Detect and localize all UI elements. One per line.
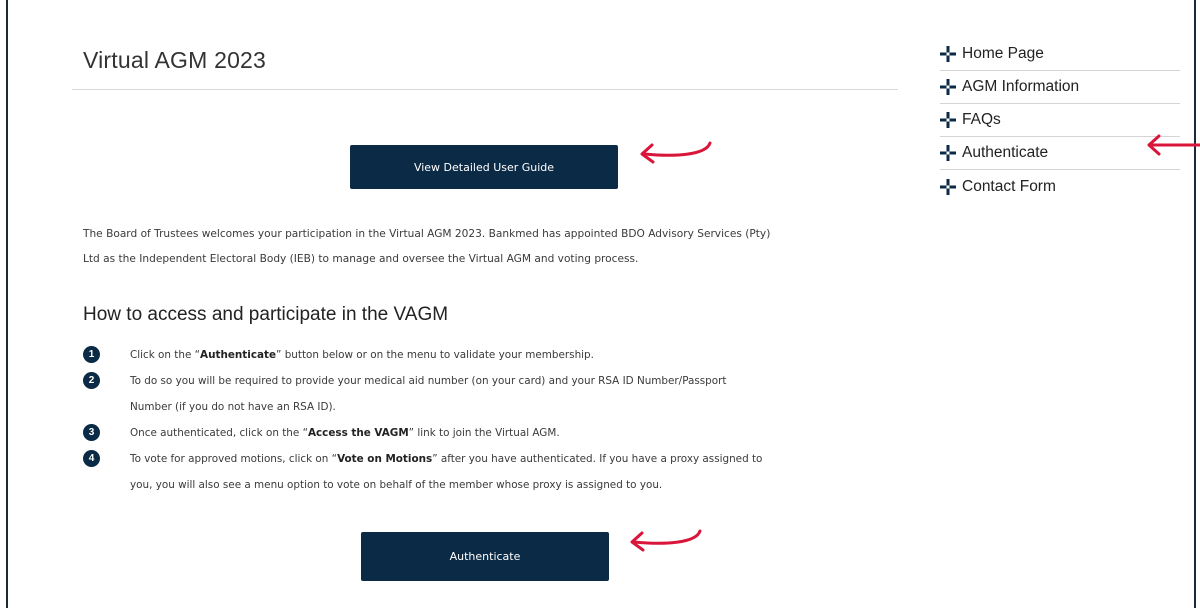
view-user-guide-button[interactable]: View Detailed User Guide — [350, 145, 618, 189]
step-keyword: Authenticate — [200, 349, 277, 361]
plus-cross-icon — [940, 145, 956, 161]
sidebar-item-label: FAQs — [962, 111, 1001, 128]
step-text: Number (if you do not have an RSA ID). — [130, 401, 336, 413]
plus-cross-icon — [940, 46, 956, 62]
annotation-arrow-icon — [1147, 134, 1200, 156]
step-keyword: Vote on Motions — [337, 453, 433, 465]
step-item: 1 Click on the “Authenticate” button bel… — [83, 342, 903, 368]
step-item: 4 To vote for approved motions, click on… — [83, 446, 903, 498]
step-text: To do so you will be required to provide… — [130, 375, 727, 387]
step-text: you, you will also see a menu option to … — [130, 479, 663, 491]
annotation-arrow-icon — [640, 141, 712, 164]
step-number-badge: 3 — [83, 424, 100, 441]
authenticate-button[interactable]: Authenticate — [361, 532, 609, 581]
step-text: ” after you have authenticated. If you h… — [432, 453, 763, 465]
plus-cross-icon — [940, 112, 956, 128]
sidebar-item-label: AGM Information — [962, 78, 1080, 95]
intro-paragraph: The Board of Trustees welcomes your part… — [83, 222, 913, 272]
annotation-arrow-icon — [630, 529, 702, 552]
sidebar-menu: Home Page AGM Information FAQs Authentic… — [940, 38, 1180, 203]
steps-list: 1 Click on the “Authenticate” button bel… — [83, 342, 903, 498]
intro-line-2: Ltd as the Independent Electoral Body (I… — [83, 253, 639, 265]
title-divider — [72, 89, 898, 90]
step-keyword: Access the VAGM — [307, 427, 409, 439]
step-item: 2 To do so you will be required to provi… — [83, 368, 903, 420]
sidebar-item-contact-form[interactable]: Contact Form — [940, 170, 1180, 203]
page-title: Virtual AGM 2023 — [83, 47, 267, 73]
sidebar-item-home-page[interactable]: Home Page — [940, 38, 1180, 71]
step-text: Click on the “ — [130, 349, 201, 361]
step-number-badge: 2 — [83, 372, 100, 389]
step-number-badge: 4 — [83, 450, 100, 467]
step-text: To vote for approved motions, click on “ — [130, 453, 338, 465]
sidebar-item-agm-information[interactable]: AGM Information — [940, 71, 1180, 104]
sidebar-item-label: Home Page — [962, 45, 1044, 62]
step-text: Once authenticated, click on the “ — [130, 427, 308, 439]
sidebar-item-label: Contact Form — [962, 177, 1056, 195]
step-item: 3 Once authenticated, click on the “Acce… — [83, 420, 903, 446]
plus-cross-icon — [940, 178, 956, 195]
sidebar-item-label: Authenticate — [962, 144, 1049, 161]
plus-cross-icon — [940, 79, 956, 95]
step-text: ” button below or on the menu to validat… — [276, 349, 594, 361]
step-number-badge: 1 — [83, 346, 100, 363]
intro-line-1: The Board of Trustees welcomes your part… — [83, 228, 771, 240]
section-heading: How to access and participate in the VAG… — [83, 304, 449, 325]
step-text: ” link to join the Virtual AGM. — [408, 427, 560, 439]
